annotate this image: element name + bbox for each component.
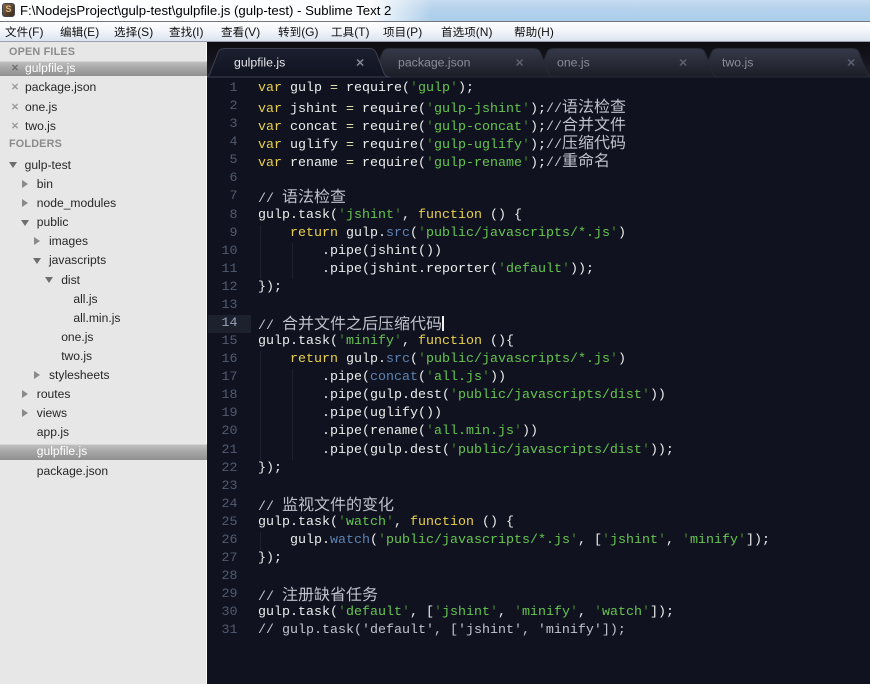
svg-text:package.json: package.json	[398, 56, 471, 70]
svg-text:✕: ✕	[515, 58, 524, 70]
svg-text:gulpfile.js: gulpfile.js	[234, 56, 285, 70]
svg-text:one.js: one.js	[557, 56, 590, 70]
svg-text:✕: ✕	[679, 58, 688, 70]
svg-text:two.js: two.js	[722, 56, 753, 70]
svg-text:✕: ✕	[847, 58, 856, 70]
svg-text:✕: ✕	[356, 58, 365, 70]
